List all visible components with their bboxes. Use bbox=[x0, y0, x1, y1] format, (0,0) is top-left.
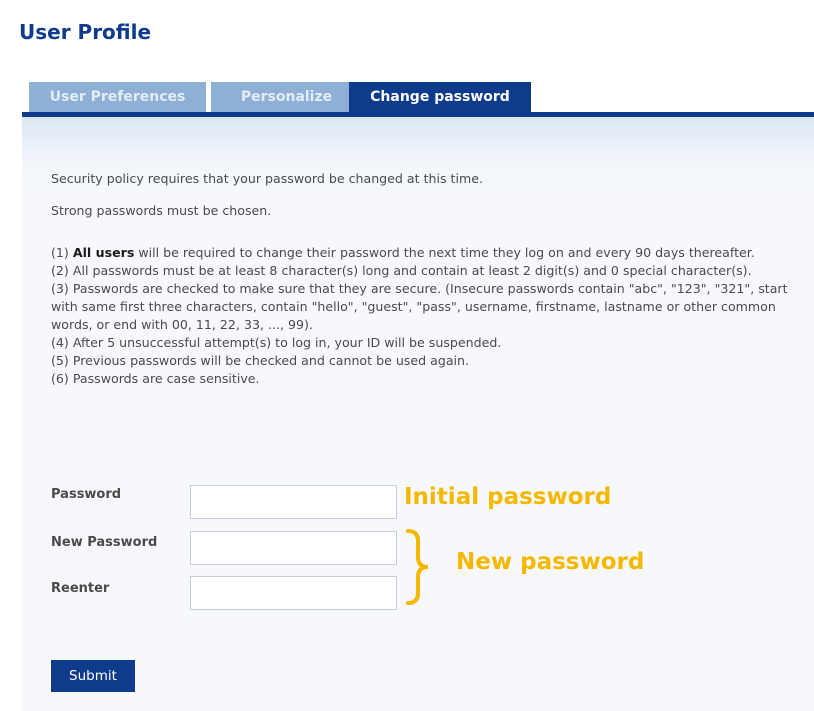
password-label: Password bbox=[51, 487, 122, 502]
policy-rule-4: (4) After 5 unsuccessful attempt(s) to l… bbox=[51, 335, 502, 350]
reenter-field[interactable] bbox=[190, 576, 397, 610]
all-users-emphasis: All users bbox=[72, 245, 135, 260]
initial-password-annotation: Initial password bbox=[404, 484, 612, 510]
new-password-field[interactable] bbox=[190, 531, 397, 565]
tab-change-password[interactable]: Change password bbox=[349, 82, 531, 112]
policy-strong-note: Strong passwords must be chosen. bbox=[51, 203, 272, 218]
curly-brace-icon bbox=[406, 529, 429, 605]
policy-rule-5: (5) Previous passwords will be checked a… bbox=[51, 353, 470, 368]
policy-rule-6: (6) Passwords are case sensitive. bbox=[51, 371, 260, 386]
new-password-label: New Password bbox=[51, 535, 158, 550]
tab-personalize[interactable]: Personalize bbox=[211, 82, 362, 112]
new-password-annotation: New password bbox=[456, 549, 645, 575]
policy-rule-1: (1) All users will be required to change… bbox=[51, 245, 755, 260]
page-title: User Profile bbox=[19, 20, 152, 44]
policy-rules: (1) All users will be required to change… bbox=[51, 244, 791, 388]
user-profile-page: User Profile User Preferences Personaliz… bbox=[0, 0, 814, 711]
password-field[interactable] bbox=[190, 485, 397, 519]
policy-rule-3: (3) Passwords are checked to make sure t… bbox=[51, 281, 788, 332]
policy-rule-2: (2) All passwords must be at least 8 cha… bbox=[51, 263, 752, 278]
policy-intro: Security policy requires that your passw… bbox=[51, 171, 484, 186]
reenter-label: Reenter bbox=[51, 581, 110, 596]
tab-user-preferences[interactable]: User Preferences bbox=[29, 82, 206, 112]
submit-button[interactable]: Submit bbox=[51, 660, 135, 692]
